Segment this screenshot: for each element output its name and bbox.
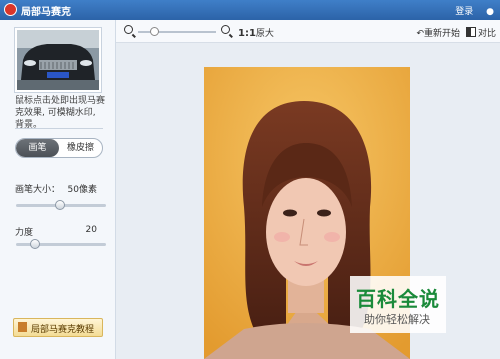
brush-size-handle[interactable]	[55, 200, 65, 210]
strength-handle[interactable]	[30, 239, 40, 249]
login-link[interactable]: 登录	[455, 7, 473, 17]
ratio-text: 1:1	[238, 28, 256, 39]
undo-icon: ↶	[416, 29, 424, 39]
strength-slider[interactable]	[16, 239, 106, 249]
toolbar: 1:1原大 ↶重新开始 对比	[116, 20, 500, 43]
reset-label: 重新开始	[423, 29, 460, 39]
zoom-slider-handle[interactable]	[150, 27, 159, 36]
sidebar: 鼠标点击处即出现马赛克效果, 可模糊水印, 背景。 画笔 橡皮擦 画笔大小： 5…	[0, 20, 116, 359]
compare-button[interactable]: 对比	[465, 26, 496, 39]
menu-icon[interactable]: ●	[486, 7, 494, 17]
compare-label: 对比	[477, 29, 496, 39]
tab-eraser[interactable]: 橡皮擦	[59, 139, 102, 157]
reset-button[interactable]: ↶重新开始	[416, 26, 460, 39]
watermark-subtitle: 助你轻松解决	[364, 313, 430, 326]
actual-size-button[interactable]: 1:1原大	[238, 26, 274, 39]
watermark-title: 百科全说	[356, 287, 440, 311]
tab-brush[interactable]: 画笔	[16, 139, 59, 157]
brush-size-label: 画笔大小：	[15, 185, 61, 195]
strength-label: 力度	[15, 228, 34, 238]
brush-size-slider[interactable]	[16, 200, 106, 210]
actual-size-label: 原大	[255, 29, 274, 39]
car-thumbnail-image	[17, 30, 99, 90]
divider	[15, 128, 103, 129]
preview-thumbnail	[15, 28, 101, 92]
strength-value: 20	[85, 225, 97, 235]
tool-toggle: 画笔 橡皮擦	[15, 138, 103, 158]
app-icon	[4, 3, 17, 16]
tutorial-button[interactable]: 局部马赛克教程	[13, 318, 103, 337]
compare-icon	[465, 27, 476, 37]
watermark: 百科全说 助你轻松解决	[350, 276, 446, 333]
zoom-in-icon[interactable]	[221, 25, 230, 34]
zoom-out-icon[interactable]	[124, 25, 133, 34]
title-bar: 局部马赛克 登录 ●	[0, 0, 500, 20]
tutorial-label: 局部马赛克教程	[31, 325, 95, 335]
brush-size-value: 50像素	[67, 185, 97, 195]
title-right-area: 登录 ●	[445, 4, 494, 17]
window-title: 局部马赛克	[21, 7, 71, 18]
book-icon	[18, 322, 27, 332]
hint-text: 鼠标点击处即出现马赛克效果, 可模糊水印, 背景。	[15, 96, 106, 130]
